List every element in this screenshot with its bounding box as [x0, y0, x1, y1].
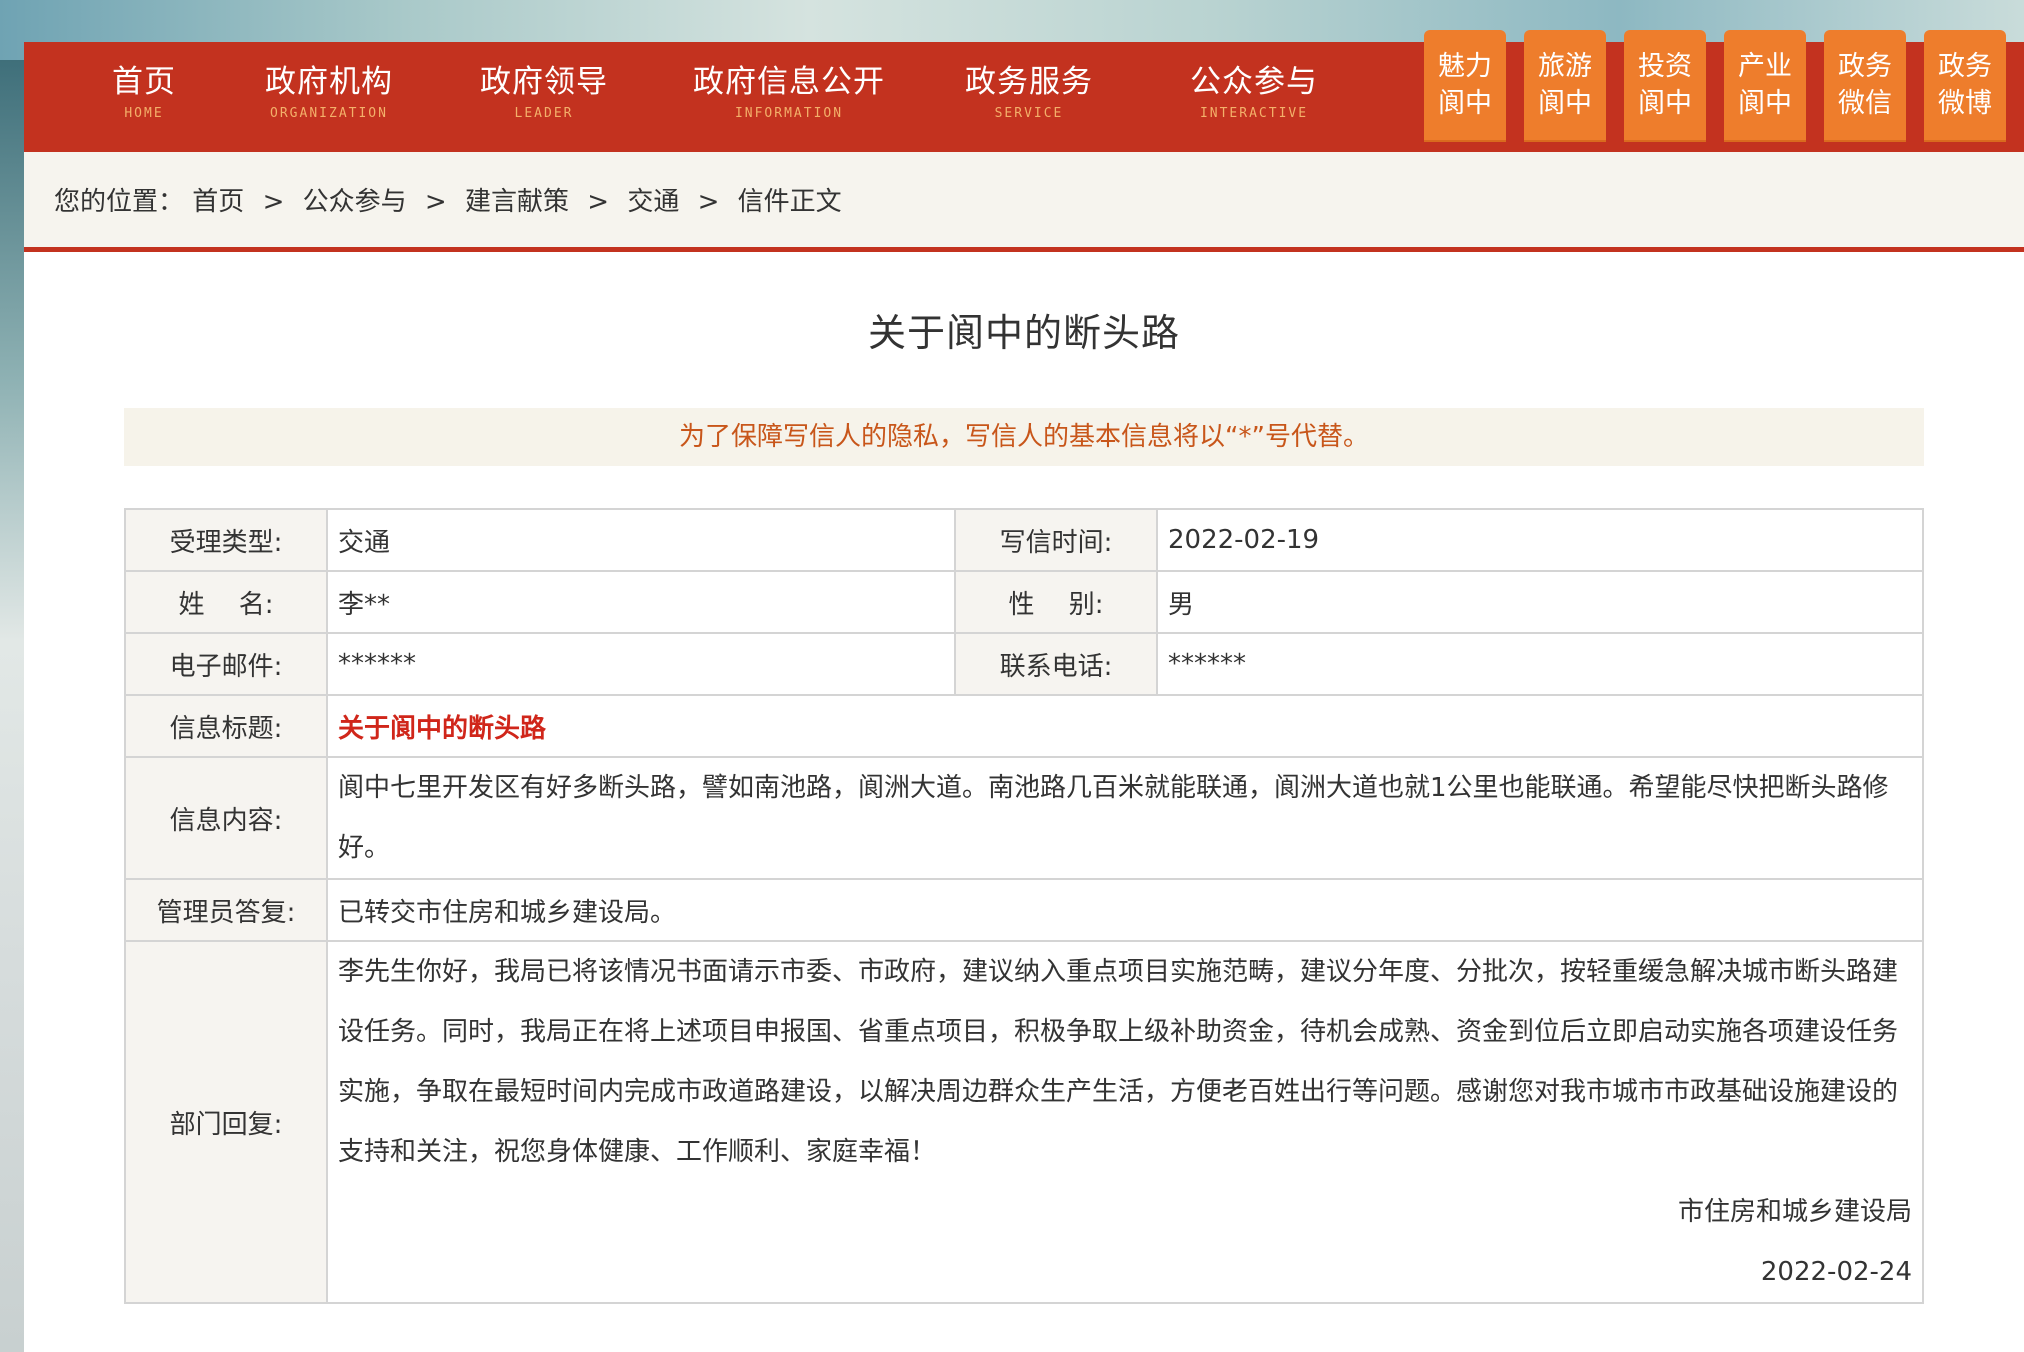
value-email: ******	[326, 632, 956, 696]
breadcrumb-item-traffic[interactable]: 交通	[627, 187, 679, 217]
quick-link-weibo[interactable]: 政务 微博	[1924, 30, 2006, 142]
nav-item-home[interactable]: 首页 HOME	[74, 60, 214, 140]
quick-link-wechat[interactable]: 政务 微信	[1824, 30, 1906, 142]
nav-item-label: 公众参与	[1190, 64, 1318, 100]
quick-link-line: 阆中	[1438, 88, 1492, 119]
label-dept-reply: 部门回复:	[124, 940, 328, 1304]
value-time: 2022-02-19	[1156, 508, 1924, 572]
table-row: 受理类型: 交通 写信时间: 2022-02-19	[124, 508, 1924, 572]
table-row: 姓 名: 李** 性 别: 男	[124, 570, 1924, 634]
label-admin-reply: 管理员答复:	[124, 878, 328, 942]
quick-link-line: 政务	[1838, 51, 1892, 82]
breadcrumb-separator: >	[587, 187, 610, 217]
privacy-notice: 为了保障写信人的隐私，写信人的基本信息将以“*”号代替。	[124, 408, 1924, 466]
nav-item-label: 政务服务	[965, 64, 1093, 100]
table-row: 管理员答复: 已转交市住房和城乡建设局。	[124, 878, 1924, 942]
nav-item-label: 政府领导	[480, 64, 608, 100]
label-time: 写信时间:	[954, 508, 1158, 572]
breadcrumb-item-letter[interactable]: 信件正文	[738, 187, 842, 217]
dept-reply-text: 李先生你好，我局已将该情况书面请示市委、市政府，建议纳入重点项目实施范畴，建议分…	[338, 957, 1899, 1167]
quick-link-line: 政务	[1938, 51, 1992, 82]
quick-link-line: 魅力	[1438, 51, 1492, 82]
nav-item-sublabel: ORGANIZATION	[270, 106, 388, 121]
value-subject: 关于阆中的断头路	[326, 694, 1924, 758]
breadcrumb: 您的位置： 首页 > 公众参与 > 建言献策 > 交通 > 信件正文	[24, 152, 2024, 252]
quick-link-line: 阆中	[1538, 88, 1592, 119]
quick-link-line: 投资	[1638, 51, 1692, 82]
quick-link-investment[interactable]: 投资 阆中	[1624, 30, 1706, 142]
page-title: 关于阆中的断头路	[867, 311, 1180, 355]
letter-table: 受理类型: 交通 写信时间: 2022-02-19 姓 名: 李** 性 别: …	[124, 508, 1924, 1304]
table-row: 信息内容: 阆中七里开发区有好多断头路，譬如南池路，阆洲大道。南池路几百米就能联…	[124, 756, 1924, 880]
label-type: 受理类型:	[124, 508, 328, 572]
quick-link-line: 阆中	[1738, 88, 1792, 119]
quick-link-line: 微信	[1838, 88, 1892, 119]
breadcrumb-item-interactive[interactable]: 公众参与	[303, 187, 407, 217]
dept-reply-date: 2022-02-24	[1760, 1257, 1912, 1287]
quick-link-industry[interactable]: 产业 阆中	[1724, 30, 1806, 142]
dept-reply-signature: 市住房和城乡建设局	[1677, 1197, 1912, 1227]
quick-link-line: 微博	[1938, 88, 1992, 119]
nav-item-service[interactable]: 政务服务 SERVICE	[929, 60, 1129, 140]
quick-link-charm[interactable]: 魅力 阆中	[1424, 30, 1506, 142]
nav-item-organization[interactable]: 政府机构 ORGANIZATION	[229, 60, 429, 140]
value-dept-reply-cell: 李先生你好，我局已将该情况书面请示市委、市政府，建议纳入重点项目实施范畴，建议分…	[326, 940, 1924, 1304]
nav-item-sublabel: INFORMATION	[734, 106, 844, 121]
background-side	[0, 60, 24, 1352]
value-name: 李**	[326, 570, 956, 634]
value-type: 交通	[326, 508, 956, 572]
nav-item-information[interactable]: 政府信息公开 INFORMATION	[664, 60, 914, 140]
nav-item-label: 政府信息公开	[693, 64, 885, 100]
label-gender: 性 别:	[954, 570, 1158, 634]
breadcrumb-separator: >	[697, 187, 720, 217]
nav-item-interactive[interactable]: 公众参与 INTERACTIVE	[1144, 60, 1364, 140]
nav-item-sublabel: SERVICE	[994, 106, 1064, 121]
breadcrumb-separator: >	[424, 187, 447, 217]
main-nav: 首页 HOME 政府机构 ORGANIZATION 政府领导 LEADER 政府…	[24, 30, 2024, 152]
table-row: 信息标题: 关于阆中的断头路	[124, 694, 1924, 758]
label-subject: 信息标题:	[124, 694, 328, 758]
quick-link-tourism[interactable]: 旅游 阆中	[1524, 30, 1606, 142]
value-gender: 男	[1156, 570, 1924, 634]
nav-item-label: 首页	[112, 64, 176, 100]
label-phone: 联系电话:	[954, 632, 1158, 696]
quick-link-line: 阆中	[1638, 88, 1692, 119]
value-content: 阆中七里开发区有好多断头路，譬如南池路，阆洲大道。南池路几百米就能联通，阆洲大道…	[326, 756, 1924, 880]
value-admin-reply: 已转交市住房和城乡建设局。	[326, 878, 1924, 942]
table-row: 电子邮件: ****** 联系电话: ******	[124, 632, 1924, 696]
nav-item-label: 政府机构	[265, 64, 393, 100]
nav-item-sublabel: LEADER	[514, 106, 574, 121]
nav-item-sublabel: HOME	[124, 106, 164, 121]
breadcrumb-separator: >	[262, 187, 285, 217]
value-phone: ******	[1156, 632, 1924, 696]
label-content: 信息内容:	[124, 756, 328, 880]
label-name: 姓 名:	[124, 570, 328, 634]
page-container: 首页 HOME 政府机构 ORGANIZATION 政府领导 LEADER 政府…	[24, 30, 2024, 1352]
breadcrumb-prefix: 您的位置：	[54, 187, 185, 217]
breadcrumb-item-suggestions[interactable]: 建言献策	[465, 187, 569, 217]
table-row: 部门回复: 李先生你好，我局已将该情况书面请示市委、市政府，建议纳入重点项目实施…	[124, 940, 1924, 1304]
nav-item-leader[interactable]: 政府领导 LEADER	[444, 60, 644, 140]
breadcrumb-item-home[interactable]: 首页	[192, 187, 244, 217]
label-email: 电子邮件:	[124, 632, 328, 696]
nav-item-sublabel: INTERACTIVE	[1199, 106, 1309, 121]
quick-link-line: 旅游	[1538, 51, 1592, 82]
quick-link-line: 产业	[1738, 51, 1792, 82]
